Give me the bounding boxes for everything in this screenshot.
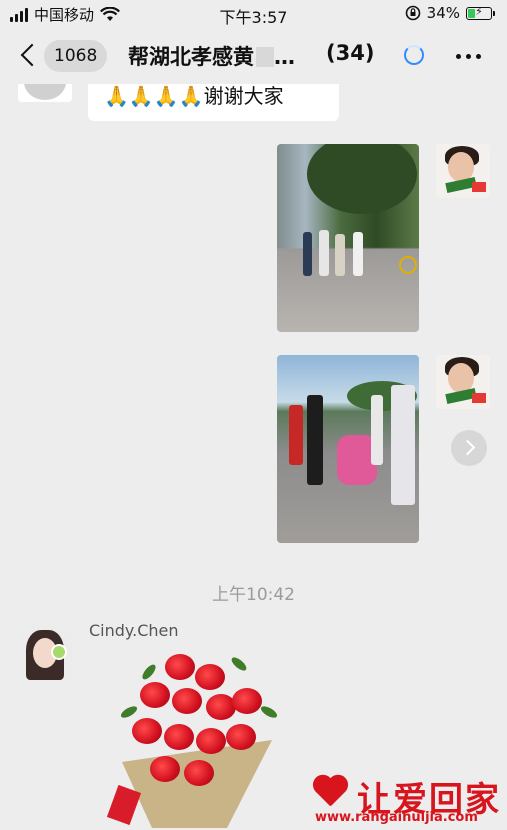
message-text: 🙏🙏🙏🙏谢谢大家: [104, 84, 284, 108]
avatar[interactable]: [18, 626, 72, 680]
message-bubble[interactable]: 🙏🙏🙏🙏谢谢大家: [88, 84, 339, 121]
more-icon[interactable]: [456, 54, 481, 59]
nav-bar: 1068 帮湖北孝感黄 … (34): [0, 28, 507, 84]
status-bar: 中国移动 下午3:57 34% ⚡: [0, 0, 507, 28]
photo-person: [353, 232, 363, 276]
avatar[interactable]: [436, 144, 490, 198]
bolt-icon: ⚡: [475, 4, 483, 18]
avatar[interactable]: [18, 84, 72, 102]
photo-bicycle: [399, 256, 417, 274]
status-right: 34% ⚡: [405, 4, 495, 22]
title-ellipsis: …: [274, 45, 295, 69]
photo-message[interactable]: [277, 355, 419, 543]
battery-percent: 34%: [426, 4, 460, 22]
redacted-text-block: [256, 47, 274, 67]
rotation-lock-icon: [405, 5, 420, 21]
loading-icon: [404, 45, 424, 65]
battery-charging-icon: ⚡: [466, 4, 492, 20]
sender-name: Cindy.Chen: [89, 621, 179, 640]
watermark-logo: 让爱回家 www.rangaihuijia.com: [305, 772, 505, 827]
chat-title-text: 帮湖北孝感黄: [128, 45, 254, 69]
member-count: (34): [326, 41, 375, 65]
avatar[interactable]: [436, 355, 490, 409]
chat-title[interactable]: 帮湖北孝感黄 …: [128, 41, 295, 71]
chevron-right-icon[interactable]: [451, 430, 487, 466]
watermark-url: www.rangaihuijia.com: [315, 810, 478, 825]
photo-message[interactable]: [277, 144, 419, 332]
photo-person: [391, 385, 415, 505]
photo-person: [319, 230, 329, 276]
photo-person: [335, 234, 345, 276]
photo-person: [303, 232, 312, 276]
back-chevron-icon[interactable]: [18, 40, 42, 72]
message-timestamp: 上午10:42: [212, 585, 295, 605]
photo-person: [289, 405, 303, 465]
battery-tip: [493, 10, 495, 16]
photo-tree: [307, 144, 417, 214]
photo-person: [307, 395, 323, 485]
rose-bouquet-sticker[interactable]: [106, 648, 290, 828]
photo-person: [371, 395, 383, 465]
heart-icon: [311, 776, 349, 808]
unread-count-badge[interactable]: 1068: [44, 40, 108, 72]
